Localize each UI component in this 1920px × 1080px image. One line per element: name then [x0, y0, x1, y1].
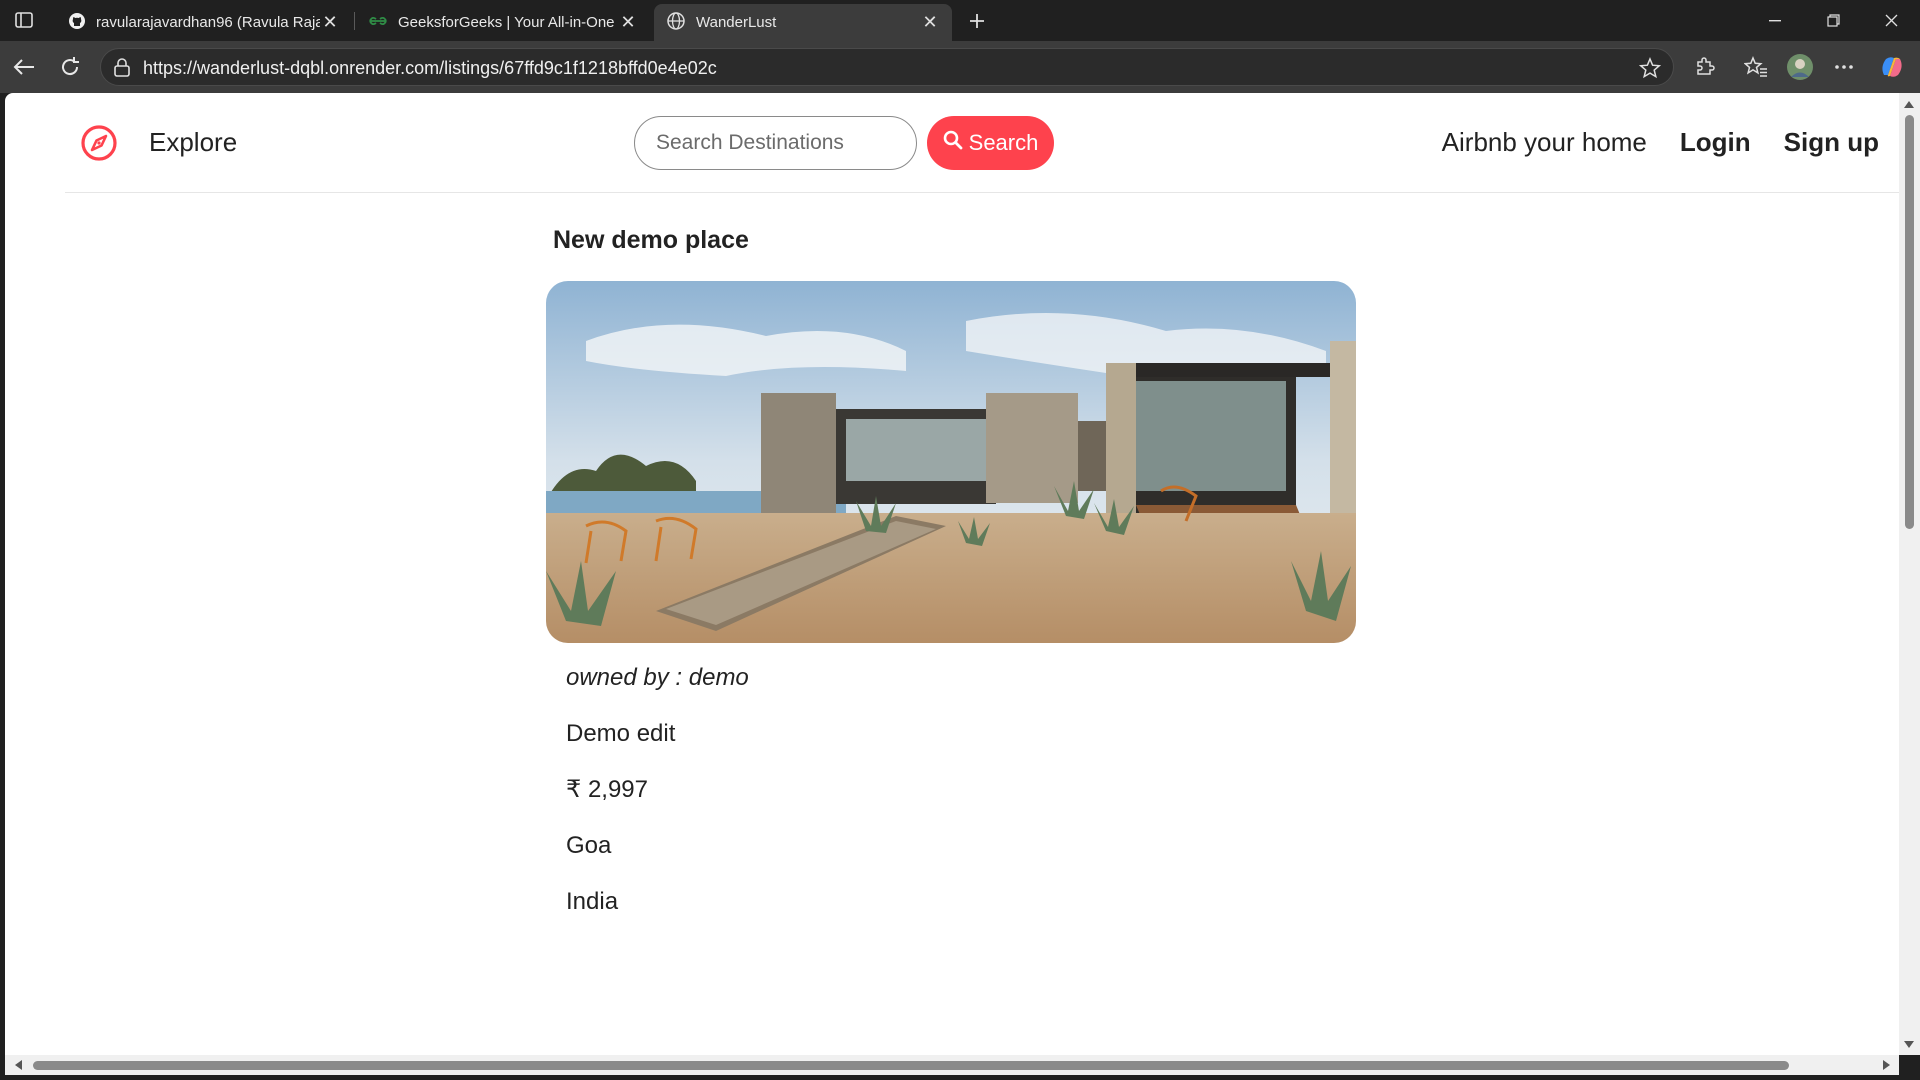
new-tab-icon[interactable] — [962, 6, 992, 36]
tab-title: ravularajavardhan96 (Ravula Rajavardhan) — [96, 14, 320, 31]
listing-owner: owned by : demo — [566, 664, 749, 691]
close-window-icon[interactable] — [1862, 0, 1920, 41]
vertical-scrollbar[interactable] — [1899, 93, 1920, 1055]
listing-country: India — [566, 888, 619, 915]
copilot-icon[interactable] — [1876, 51, 1908, 83]
url-text: https://wanderlust-dqbl.onrender.com/lis… — [143, 58, 717, 78]
nav-explore-link[interactable]: Explore — [149, 127, 237, 158]
favorites-icon[interactable] — [1740, 51, 1772, 83]
gfg-icon — [368, 14, 388, 32]
scroll-up-icon[interactable] — [1902, 97, 1916, 111]
browser-tab-strip: ravularajavardhan96 (Ravula Rajavardhan)… — [0, 0, 1920, 41]
reload-icon[interactable] — [54, 51, 86, 83]
scroll-left-icon[interactable] — [11, 1058, 25, 1072]
globe-icon — [666, 11, 686, 35]
close-tab-icon[interactable]: ✕ — [618, 12, 638, 33]
compass-icon[interactable] — [80, 124, 118, 162]
extensions-icon[interactable] — [1688, 51, 1720, 83]
airbnb-your-home-link[interactable]: Airbnb your home — [1442, 127, 1647, 158]
browser-tab-wanderlust[interactable]: WanderLust ✕ — [654, 4, 952, 41]
login-link[interactable]: Login — [1680, 127, 1751, 158]
tab-actions-icon[interactable] — [12, 9, 36, 31]
github-icon — [68, 12, 86, 34]
tab-title: WanderLust — [696, 14, 777, 31]
horizontal-scroll-thumb[interactable] — [33, 1061, 1789, 1070]
listing-location: Goa — [566, 832, 612, 859]
listing-title: New demo place — [553, 226, 749, 254]
search-icon — [943, 130, 963, 156]
restore-icon[interactable] — [1804, 0, 1862, 41]
tab-title: GeeksforGeeks | Your All-in-One Learning… — [398, 14, 618, 31]
browser-toolbar: https://wanderlust-dqbl.onrender.com/lis… — [0, 41, 1920, 93]
address-bar[interactable]: https://wanderlust-dqbl.onrender.com/lis… — [100, 48, 1674, 86]
minimize-icon[interactable] — [1746, 0, 1804, 41]
window-bottom-edge — [0, 1075, 1920, 1080]
signup-link[interactable]: Sign up — [1784, 127, 1879, 158]
listing-description: Demo edit — [566, 720, 676, 747]
search-destinations-input[interactable] — [634, 116, 917, 170]
search-button[interactable]: Search — [927, 116, 1054, 170]
tab-separator — [354, 12, 355, 30]
close-tab-icon[interactable]: ✕ — [320, 12, 340, 33]
profile-avatar[interactable] — [1784, 51, 1816, 83]
horizontal-scrollbar[interactable] — [5, 1055, 1899, 1075]
site-navbar: Explore Search Airbnb your home Login Si… — [65, 93, 1899, 193]
page-viewport: Explore Search Airbnb your home Login Si… — [5, 93, 1899, 1055]
site-info-icon[interactable] — [113, 58, 131, 83]
window-controls — [1746, 0, 1920, 41]
scroll-right-icon[interactable] — [1879, 1058, 1893, 1072]
listing-details: owned by : demo Demo edit ₹ 2,997 Goa In… — [566, 663, 749, 943]
browser-tab-github[interactable]: ravularajavardhan96 (Ravula Rajavardhan)… — [56, 4, 352, 41]
listing-image — [546, 281, 1356, 643]
scroll-down-icon[interactable] — [1902, 1037, 1916, 1051]
favorite-star-icon[interactable] — [1638, 57, 1662, 84]
back-arrow-icon[interactable] — [8, 51, 40, 83]
browser-tab-geeksforgeeks[interactable]: GeeksforGeeks | Your All-in-One Learning… — [356, 4, 650, 41]
more-options-icon[interactable] — [1828, 51, 1860, 83]
nav-right-links: Airbnb your home Login Sign up — [1442, 127, 1879, 158]
vertical-scroll-thumb[interactable] — [1905, 115, 1914, 529]
listing-price: ₹ 2,997 — [566, 776, 648, 803]
close-tab-icon[interactable]: ✕ — [920, 12, 940, 33]
search-button-label: Search — [968, 130, 1039, 155]
